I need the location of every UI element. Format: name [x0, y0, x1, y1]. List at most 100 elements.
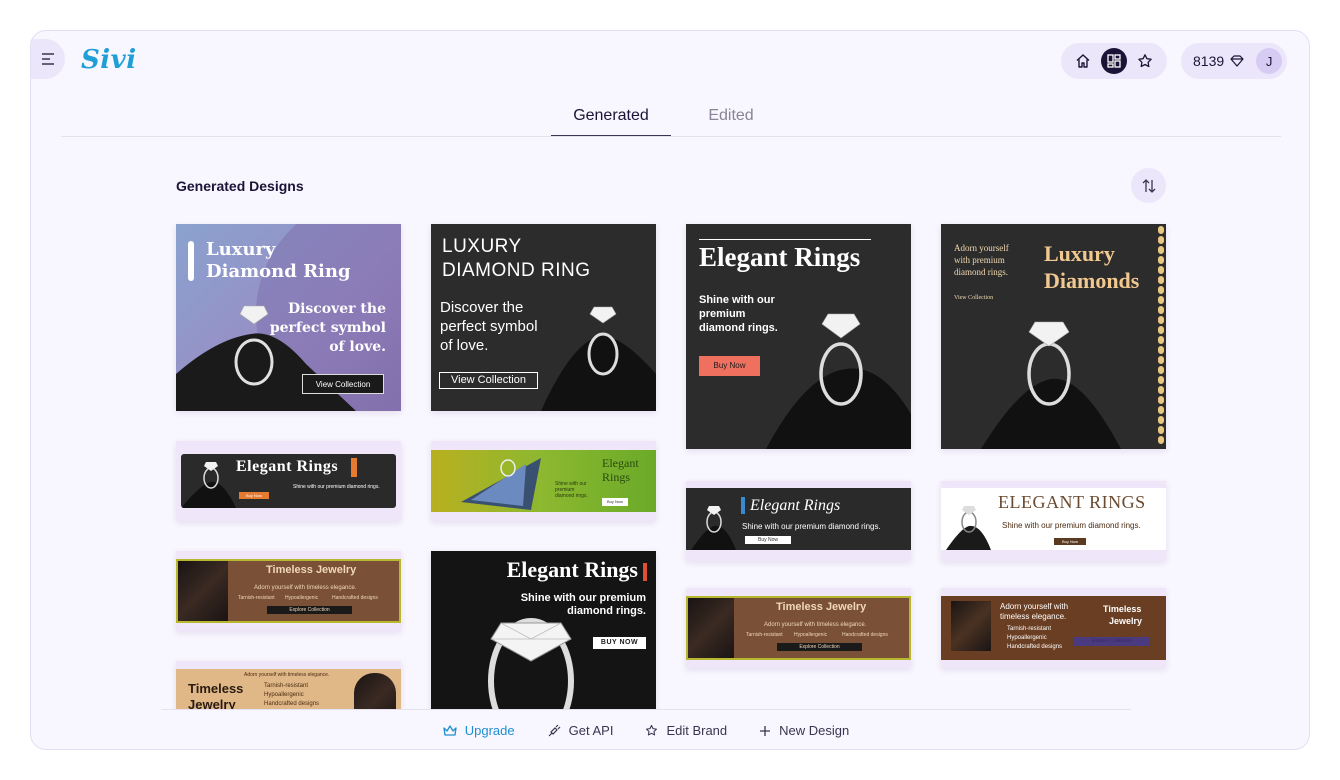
- crown-icon: [443, 724, 457, 736]
- design-gallery: Generated Designs Luxury Diamond Ring Di…: [31, 31, 1309, 709]
- design-card[interactable]: ELEGANT RINGS Shine with our premium dia…: [941, 481, 1166, 561]
- get-api-label: Get API: [568, 723, 614, 738]
- model-photo: [951, 601, 991, 651]
- ad-bullet-1: Tarnish-resistant: [746, 632, 783, 638]
- ad-sub: Shine with our premium diamond rings.: [1002, 521, 1141, 530]
- banner-inner: ELEGANT RINGS Shine with our premium dia…: [941, 488, 1166, 550]
- ring-image: [461, 458, 541, 510]
- plus-icon: [760, 725, 771, 736]
- ad-cta: Explore Collection: [777, 643, 862, 651]
- ad-cta: Buy Now: [602, 498, 628, 506]
- edit-brand-label: Edit Brand: [666, 723, 728, 738]
- ad-title-1: Elegant: [602, 456, 639, 470]
- ad-body-3: diamond rings.: [699, 322, 778, 334]
- ad-bullet-3: Handcrafted designs: [842, 632, 888, 638]
- ad-body-1: Discover the: [287, 301, 386, 317]
- section-title: Generated Designs: [176, 178, 304, 194]
- ad-sub-1: Shine with our premium: [520, 592, 646, 604]
- new-design-button[interactable]: New Design: [759, 723, 849, 738]
- design-card[interactable]: Luxury Diamond Ring Discover the perfect…: [176, 224, 401, 411]
- banner-inner: Elegant Rings Shine with our premium dia…: [686, 488, 911, 550]
- ring-image: [946, 506, 991, 550]
- ad-headline: Elegant Rings: [750, 497, 841, 514]
- ad-sub-1: Adorn yourself with: [1000, 602, 1069, 611]
- ad-small-1: Adorn yourself: [954, 243, 1009, 253]
- design-card[interactable]: Adorn yourself with timeless elegance. T…: [941, 588, 1166, 668]
- ring-image: [691, 506, 736, 550]
- app-window: Sivi 8139 J Generated Edited Generated D…: [30, 30, 1310, 750]
- ad-cta: Buy Now: [239, 492, 269, 499]
- ad-bullet-3: Handcrafted designs: [332, 595, 378, 601]
- ad-cta: Buy Now: [745, 536, 791, 544]
- design-card[interactable]: Timeless Jewelry Adorn yourself with tim…: [176, 551, 401, 631]
- ad-body-1: Discover the: [440, 299, 524, 316]
- design-card[interactable]: Elegant Rings Shine with our premium dia…: [431, 551, 656, 709]
- ad-sub-3: diamond rings.: [555, 493, 588, 499]
- banner-inner: Timeless Jewelry Adorn yourself with tim…: [176, 669, 401, 709]
- ad-bullet-2: Hypoallergenic: [264, 692, 304, 698]
- ad-bullet-1: Tarnish-resistant: [238, 595, 275, 601]
- get-api-button[interactable]: Get API: [547, 723, 614, 738]
- sort-button[interactable]: [1131, 168, 1166, 203]
- ad-title-2: Rings: [602, 470, 631, 484]
- ad-headline: Elegant Rings: [236, 458, 339, 475]
- accent-bar: [188, 241, 194, 281]
- ad-body-3: of love.: [440, 337, 489, 354]
- ad-headline: Elegant Rings: [506, 557, 638, 582]
- ad-bullet-1: Tarnish-resistant: [1007, 626, 1052, 632]
- bottom-bar: Upgrade Get API Edit Brand New Design: [161, 709, 1131, 749]
- ring-image: [181, 462, 236, 508]
- design-card[interactable]: Timeless Jewelry Adorn yourself with tim…: [176, 661, 401, 709]
- new-design-label: New Design: [779, 723, 850, 738]
- banner-inner: Timeless Jewelry Adorn yourself with tim…: [686, 596, 911, 660]
- ad-bullet-1: Tarnish-resistant: [264, 683, 309, 689]
- ad-title-1: Timeless: [1103, 604, 1142, 614]
- ad-cta: Explore Collection: [267, 606, 352, 614]
- ad-body-3: of love.: [329, 339, 386, 355]
- ad-cta: Explore Collection: [1074, 637, 1150, 646]
- ad-headline-1: Luxury: [206, 239, 276, 260]
- ad-title-2: Jewelry: [188, 697, 236, 709]
- ad-headline: Elegant Rings: [699, 242, 861, 272]
- ad-sub: Adorn yourself with timeless elegance.: [244, 672, 330, 678]
- accent-block: [351, 458, 357, 477]
- ad-bullet-3: Handcrafted designs: [1007, 644, 1063, 650]
- design-card[interactable]: LUXURY DIAMOND RING Discover the perfect…: [431, 224, 656, 411]
- sort-icon: [1142, 178, 1155, 193]
- ad-title-1: Timeless: [188, 681, 244, 696]
- ad-headline: ELEGANT RINGS: [998, 492, 1146, 512]
- banner-inner: Adorn yourself with timeless elegance. T…: [941, 596, 1166, 660]
- ad-sub: Adorn yourself with timeless elegance.: [254, 585, 357, 591]
- ad-bullet-2: Hypoallergenic: [794, 632, 828, 638]
- ad-title-2: Diamonds: [1044, 268, 1140, 293]
- ad-cta: View Collection: [302, 374, 384, 394]
- banner-inner: Elegant Rings Shine with our premium dia…: [181, 454, 396, 508]
- design-card[interactable]: Elegant Rings Shine with our premium dia…: [176, 441, 401, 521]
- upgrade-label: Upgrade: [464, 723, 515, 738]
- design-card[interactable]: Adorn yourself with premium diamond ring…: [941, 224, 1166, 449]
- ad-bullet-2: Hypoallergenic: [285, 595, 319, 601]
- design-card[interactable]: Elegant Rings Shine with our premium dia…: [686, 224, 911, 449]
- ad-headline: Timeless Jewelry: [776, 601, 867, 613]
- ad-cta: Buy Now: [699, 356, 760, 376]
- ad-cta: Buy Now: [1054, 538, 1086, 545]
- ad-bullet-3: Handcrafted designs: [264, 701, 320, 707]
- ad-headline-2: Diamond Ring: [206, 261, 351, 282]
- design-card[interactable]: Timeless Jewelry Adorn yourself with tim…: [686, 588, 911, 668]
- design-card[interactable]: Elegant Rings Shine with our premium dia…: [431, 441, 656, 521]
- edit-brand-button[interactable]: Edit Brand: [645, 723, 727, 738]
- ad-cta: View Collection: [439, 372, 538, 389]
- upgrade-button[interactable]: Upgrade: [443, 723, 515, 738]
- model-photo: [354, 673, 396, 709]
- ad-cta: BUY NOW: [593, 637, 646, 649]
- model-photo: [688, 598, 734, 658]
- ad-sub: Shine with our premium diamond rings.: [742, 522, 881, 531]
- ad-bullet-2: Hypoallergenic: [1007, 635, 1047, 641]
- design-card[interactable]: Elegant Rings Shine with our premium dia…: [686, 481, 911, 561]
- ad-link: View Collection: [954, 295, 994, 301]
- model-photo: [178, 561, 228, 621]
- ad-sub: Adorn yourself with timeless elegance.: [764, 622, 867, 628]
- banner-inner: Timeless Jewelry Adorn yourself with tim…: [176, 559, 401, 623]
- ad-title-1: Luxury: [1044, 241, 1115, 266]
- ad-headline-2: DIAMOND RING: [442, 260, 591, 281]
